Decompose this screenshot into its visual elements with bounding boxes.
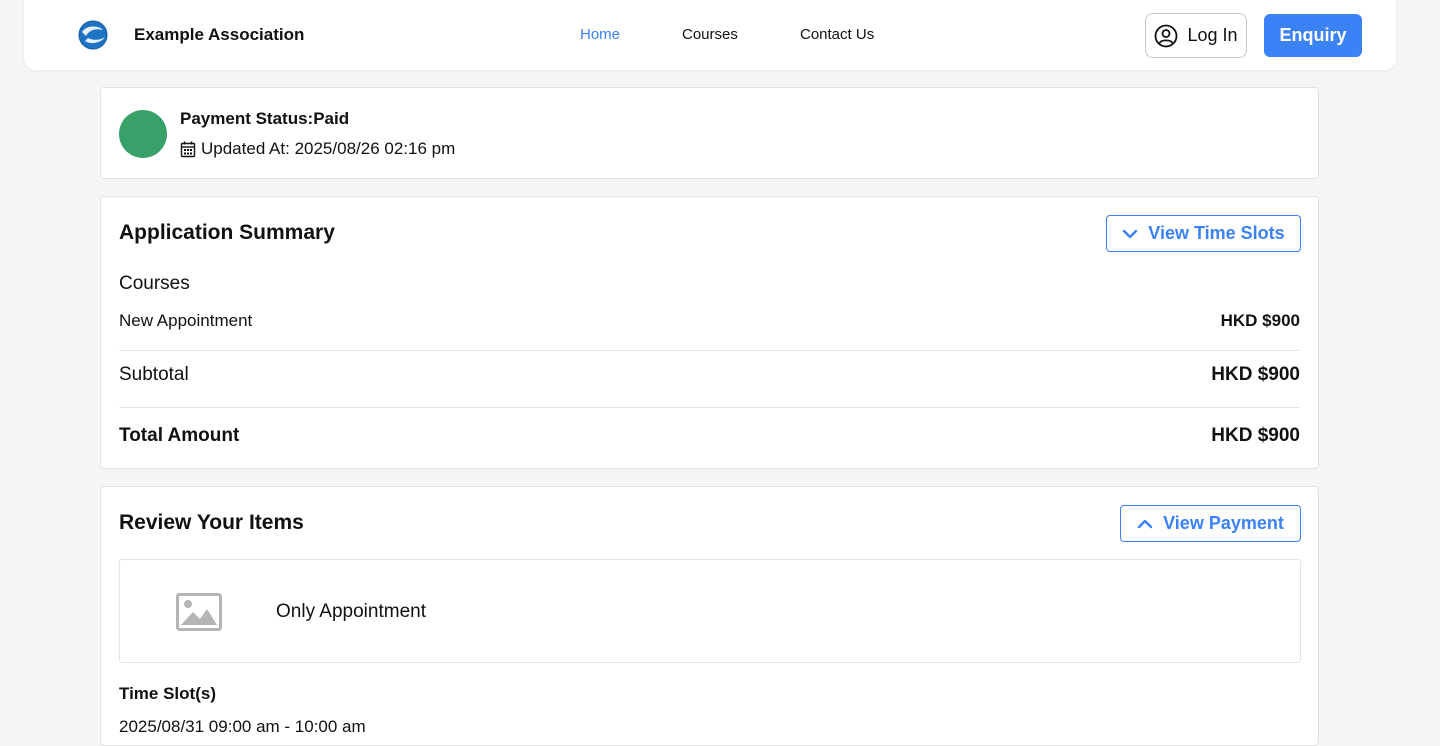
- payment-status-text: Payment Status:Paid: [180, 109, 350, 128]
- view-time-slots-label: View Time Slots: [1148, 223, 1285, 243]
- course-item-price: HKD $900: [1220, 311, 1300, 330]
- login-button[interactable]: Log In: [1145, 13, 1247, 58]
- nav-home-link[interactable]: Home: [580, 26, 620, 43]
- time-slots-title: Time Slot(s): [119, 684, 216, 703]
- time-slot: 2025/08/31 09:00 am - 10:00 am: [119, 717, 366, 736]
- summary-divider: [119, 350, 1300, 351]
- top-navigation-bar: Example Association Home Courses Contact…: [24, 0, 1396, 70]
- payment-status-card: Payment Status:Paid Updated At: 2025/08/…: [100, 87, 1319, 179]
- nav-courses-link[interactable]: Courses: [682, 26, 738, 43]
- image-placeholder-icon: [176, 593, 222, 631]
- chevron-up-icon: [1137, 519, 1153, 528]
- updated-at-text: Updated At: 2025/08/26 02:16 pm: [201, 139, 456, 158]
- login-label: Log In: [1187, 25, 1238, 45]
- application-summary-title: Application Summary: [119, 221, 335, 244]
- view-payment-button[interactable]: View Payment: [1120, 505, 1301, 542]
- user-circle-icon: [1155, 24, 1178, 47]
- association-logo-icon[interactable]: [78, 20, 108, 50]
- view-payment-label: View Payment: [1163, 513, 1284, 533]
- course-item-label: New Appointment: [119, 311, 253, 330]
- brand-name[interactable]: Example Association: [134, 25, 304, 45]
- courses-section-label: Courses: [119, 273, 190, 294]
- chevron-down-icon: [1123, 229, 1138, 238]
- application-summary-card: Application Summary View Time Slots Cour…: [100, 196, 1319, 469]
- total-amount-value: HKD $900: [1211, 425, 1300, 446]
- summary-divider: [119, 407, 1300, 408]
- total-amount-label: Total Amount: [119, 425, 240, 446]
- updated-at-row: Updated At: 2025/08/26 02:16 pm: [180, 139, 455, 159]
- review-items-card: Review Your Items View Payment Only Appo…: [100, 486, 1319, 746]
- nav-contact-link[interactable]: Contact Us: [800, 26, 874, 43]
- calendar-icon: [180, 141, 196, 157]
- item-name: Only Appointment: [276, 601, 426, 622]
- enquiry-button[interactable]: Enquiry: [1264, 14, 1362, 57]
- subtotal-label: Subtotal: [119, 364, 189, 385]
- review-items-title: Review Your Items: [119, 511, 304, 534]
- view-time-slots-button[interactable]: View Time Slots: [1106, 215, 1301, 252]
- subtotal-value: HKD $900: [1211, 364, 1300, 385]
- review-item: Only Appointment: [119, 559, 1301, 663]
- status-indicator: [119, 110, 167, 158]
